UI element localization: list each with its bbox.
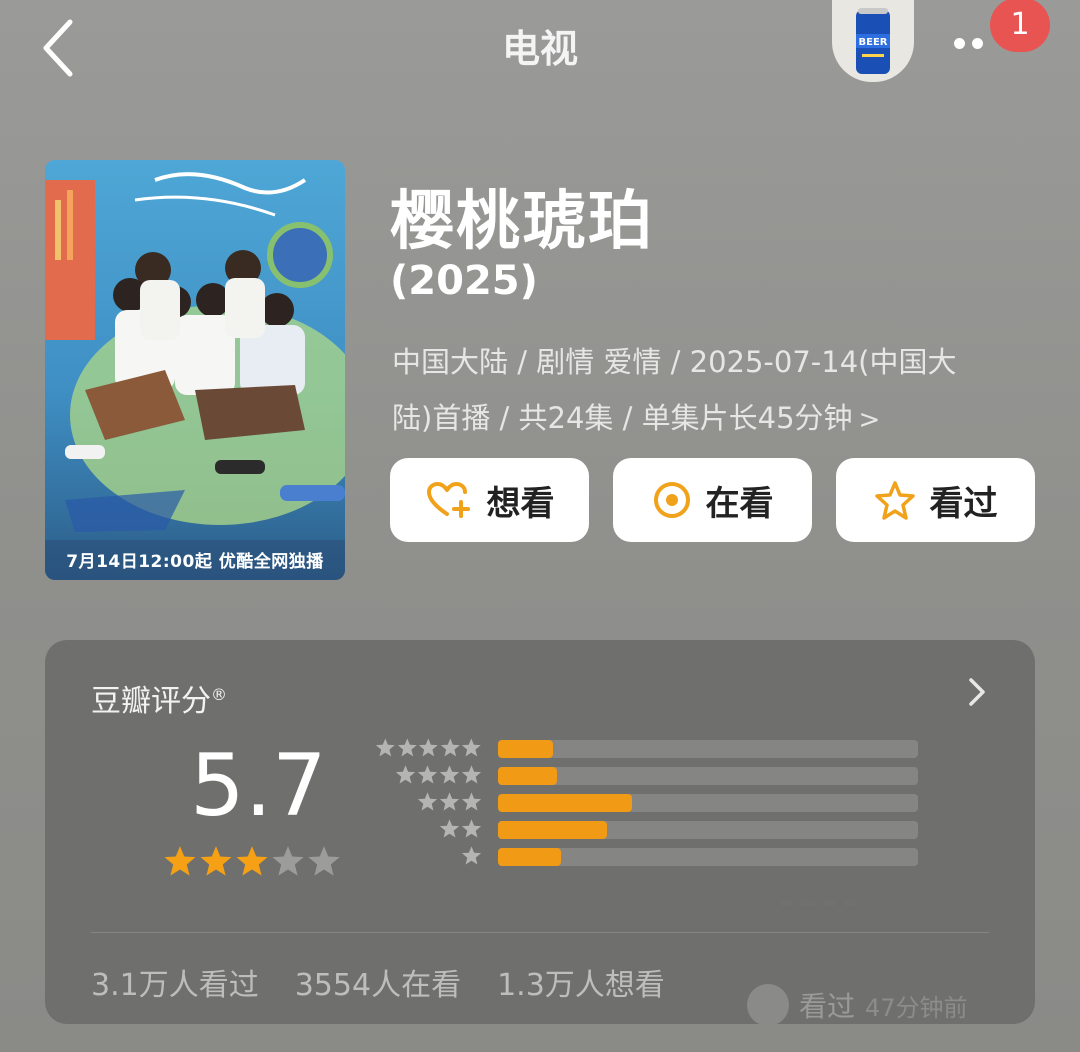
watching-label: 在看 (705, 483, 774, 524)
target-icon (653, 482, 690, 518)
chevron-right-icon: > (858, 405, 881, 435)
rating-bar-row (375, 792, 920, 812)
small-star-icon (397, 738, 417, 757)
page-title: 电视 (501, 27, 578, 71)
show-meta[interactable]: 中国大陆 / 剧情 爱情 / 2025-07-14(中国大 陆)首播 / 共24… (392, 334, 1032, 448)
rating-bar-fill (498, 821, 608, 839)
rating-bar-row (375, 765, 920, 785)
rating-card-title: 豆瓣评分® (91, 676, 227, 720)
small-star-icon (417, 792, 438, 811)
poster-image[interactable]: 7月14日12:00起 优酷全网独播 (45, 160, 345, 580)
rating-bar-stars (375, 818, 482, 839)
star-filled-icon (164, 846, 196, 876)
rating-count-blurred: ·· ·· ·· ·· (780, 892, 857, 917)
notification-badge: 1 (990, 0, 1050, 52)
small-star-icon (461, 765, 482, 784)
beer-badge-button[interactable]: BEER (832, 0, 914, 82)
poster-caption: 7月14日12:00起 优酷全网独播 (66, 552, 324, 572)
more-dot-icon (954, 38, 965, 49)
star-empty-icon (272, 846, 304, 876)
star-filled-icon (200, 846, 232, 876)
watching-button[interactable]: 在看 (613, 458, 812, 542)
rating-bar-track (498, 821, 918, 839)
history-label: 看过 (799, 990, 856, 1023)
heart-plus-icon (426, 482, 470, 518)
star-filled-icon (236, 846, 268, 876)
rating-bar-row (375, 738, 920, 758)
my-watch-record[interactable]: 看过 47分钟前 (747, 984, 968, 1026)
small-star-icon (375, 738, 395, 757)
small-star-icon (395, 765, 416, 784)
rating-bar-fill (498, 848, 561, 866)
want-to-watch-label: 想看 (486, 483, 555, 524)
rating-bar-fill (498, 740, 553, 758)
small-star-icon (440, 738, 460, 757)
small-star-icon (439, 819, 460, 838)
poster-artwork (45, 160, 345, 580)
rating-bar-track (498, 848, 918, 866)
stat-watched: 3.1万人看过 (91, 968, 259, 1003)
rating-bar-fill (498, 767, 557, 785)
show-title: 樱桃琥珀 (390, 185, 654, 259)
rating-detail-button[interactable] (957, 672, 997, 712)
show-meta-line-2-text: 陆)首播 / 共24集 / 单集片长45分钟 (392, 401, 853, 435)
history-time: 47分钟前 (865, 993, 968, 1022)
watched-label: 看过 (929, 483, 998, 524)
divider (91, 932, 989, 933)
rating-bar-row (375, 846, 920, 866)
beer-can-icon: BEER (856, 8, 890, 74)
more-dot-icon (972, 38, 983, 49)
avatar (747, 984, 789, 1026)
small-star-icon (462, 738, 482, 757)
rating-bar-stars (375, 791, 482, 812)
small-star-icon (461, 819, 482, 838)
rating-bar-track (498, 794, 918, 812)
rating-stats: 3.1万人看过 3554人在看 1.3万人想看 (91, 960, 665, 1004)
star-outline-icon (874, 481, 915, 520)
rating-bar-stars (375, 845, 482, 866)
rating-bar-fill (498, 794, 633, 812)
small-star-icon (439, 792, 460, 811)
registered-mark: ® (211, 685, 227, 704)
stat-want: 1.3万人想看 (497, 968, 665, 1003)
small-star-icon (439, 765, 460, 784)
rating-bar-track (498, 740, 918, 758)
rating-score: 5.7 (190, 736, 327, 836)
show-meta-line-2: 陆)首播 / 共24集 / 单集片长45分钟 > (392, 390, 1032, 448)
chevron-right-icon (969, 678, 985, 706)
rating-card[interactable]: 豆瓣评分® 5.7 ·· ·· ·· ·· 3.1万人看过 3554人在看 1.… (45, 640, 1035, 1026)
rating-bar-stars (375, 737, 482, 758)
show-meta-line-1: 中国大陆 / 剧情 爱情 / 2025-07-14(中国大 (392, 345, 957, 379)
want-to-watch-button[interactable]: 想看 (390, 458, 589, 542)
small-star-icon (419, 738, 438, 757)
rating-bar-stars (375, 764, 482, 785)
stat-watching: 3554人在看 (294, 968, 462, 1003)
star-empty-icon (308, 846, 340, 876)
watched-button[interactable]: 看过 (836, 458, 1035, 542)
rating-bar-row (375, 819, 920, 839)
rating-bar-track (498, 767, 918, 785)
beer-can-label: BEER (859, 37, 888, 48)
rating-score-stars (163, 844, 341, 878)
small-star-icon (461, 792, 482, 811)
rating-title-text: 豆瓣评分 (91, 684, 211, 719)
small-star-icon (417, 765, 438, 784)
top-bar: 电视 BEER 1 (0, 0, 1080, 100)
show-year: (2025) (390, 258, 538, 304)
small-star-icon (461, 846, 482, 865)
